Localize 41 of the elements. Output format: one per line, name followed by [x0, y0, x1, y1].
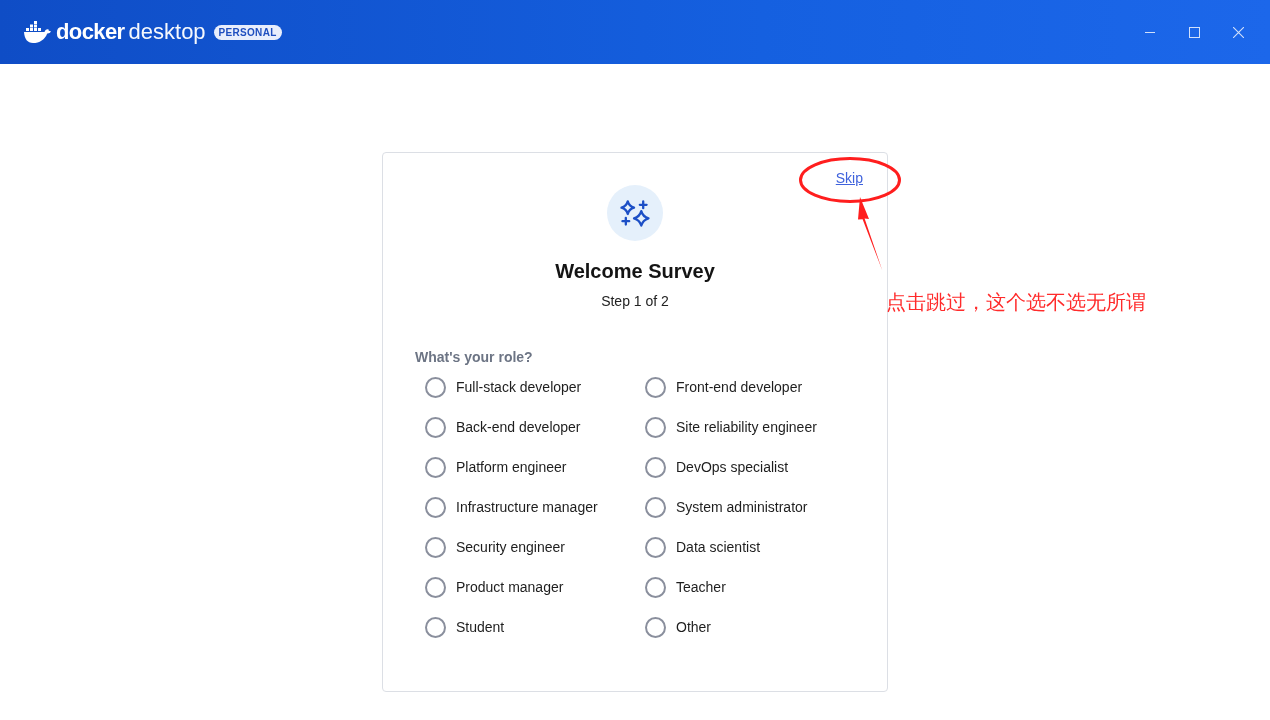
radio-button[interactable]	[645, 616, 666, 638]
role-option[interactable]: Platform engineer	[425, 456, 645, 478]
survey-title: Welcome Survey	[555, 259, 715, 283]
question-label: What's your role?	[415, 348, 533, 367]
close-icon	[1232, 26, 1244, 38]
role-option[interactable]: Product manager	[425, 576, 645, 598]
radio-button[interactable]	[425, 536, 446, 558]
role-option[interactable]: Security engineer	[425, 536, 645, 558]
radio-button[interactable]	[645, 536, 666, 558]
annotation-text: 点击跳过，这个选不选无所谓	[886, 289, 1146, 315]
radio-button[interactable]	[425, 456, 446, 478]
radio-button[interactable]	[425, 496, 446, 518]
role-option[interactable]: Student	[425, 616, 645, 638]
radio-button[interactable]	[645, 496, 666, 518]
whale-icon	[24, 21, 51, 43]
radio-button[interactable]	[425, 616, 446, 638]
maximize-icon	[1188, 26, 1200, 38]
radio-button[interactable]	[645, 416, 666, 438]
role-option[interactable]: Infrastructure manager	[425, 496, 645, 518]
plan-badge: PERSONAL	[213, 24, 282, 40]
sparkles-icon	[607, 185, 663, 241]
skip-link[interactable]: Skip	[835, 170, 863, 186]
step-indicator: Step 1 of 2	[601, 292, 669, 311]
radio-button[interactable]	[425, 576, 446, 598]
role-option[interactable]: System administrator	[645, 496, 865, 518]
radio-button[interactable]	[425, 416, 446, 438]
radio-button[interactable]	[645, 576, 666, 598]
role-option[interactable]: Back-end developer	[425, 416, 645, 438]
role-option[interactable]: DevOps specialist	[645, 456, 865, 478]
minimize-icon	[1145, 31, 1155, 33]
radio-button[interactable]	[425, 376, 446, 398]
radio-button[interactable]	[645, 376, 666, 398]
role-option[interactable]: Data scientist	[645, 536, 865, 558]
radio-button[interactable]	[645, 456, 666, 478]
role-option[interactable]: Other	[645, 616, 865, 638]
role-option[interactable]: Teacher	[645, 576, 865, 598]
role-option[interactable]: Front-end developer	[645, 376, 865, 398]
role-option[interactable]: Site reliability engineer	[645, 416, 865, 438]
product-name: desktop	[128, 21, 206, 43]
role-option[interactable]: Full-stack developer	[425, 376, 645, 398]
logo-text: docker	[56, 21, 125, 43]
